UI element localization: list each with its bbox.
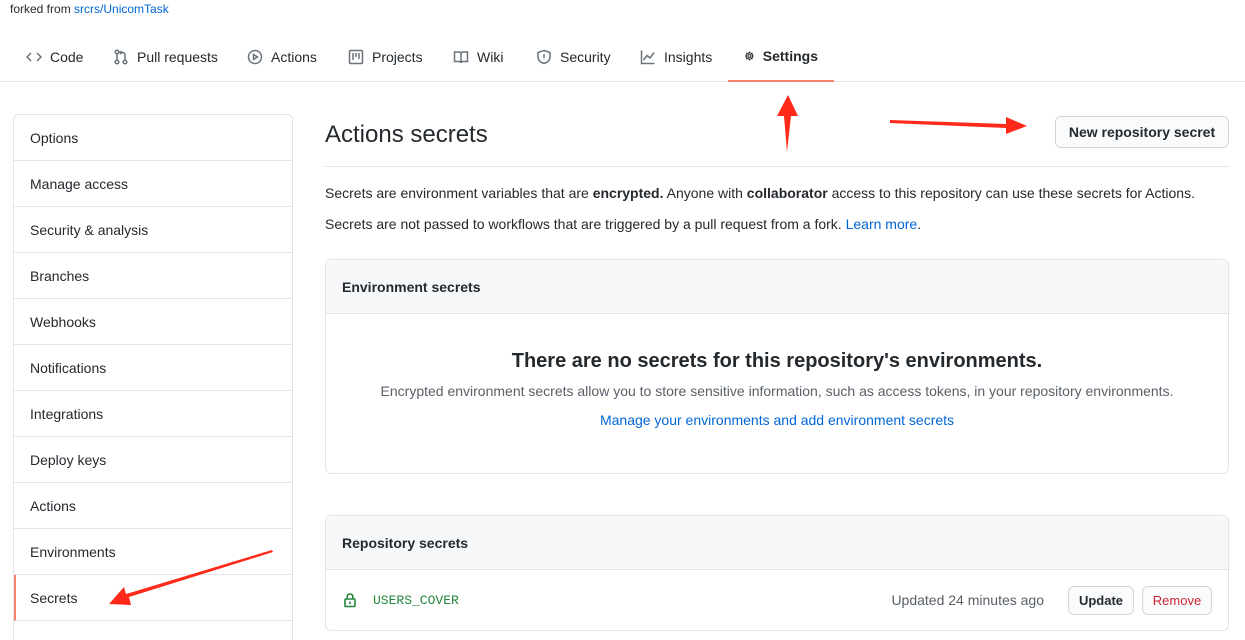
desc-bold-encrypted: encrypted. [592,185,664,201]
pull-request-icon [114,49,128,65]
tab-insights[interactable]: Insights [624,32,728,82]
blankslate-text: Encrypted environment secrets allow you … [380,383,1174,399]
sidebar-item-webhooks[interactable]: Webhooks [14,299,292,345]
settings-sidebar: Options Manage access Security & analysi… [13,114,293,640]
sidebar-item-secrets[interactable]: Secrets [14,575,292,621]
lock-icon [344,593,356,608]
code-icon [26,52,42,62]
page-title: Actions secrets [325,121,488,148]
tab-label: Actions [271,49,317,65]
tab-wiki[interactable]: Wiki [437,32,519,82]
shield-icon [537,49,551,65]
tab-projects[interactable]: Projects [332,32,439,82]
secret-name: USERS_COVER [373,592,459,608]
play-icon [247,49,263,65]
repository-secrets-header: Repository secrets [326,516,1228,570]
fork-source-link[interactable]: srcrs/UnicomTask [74,2,169,16]
tab-label: Projects [372,49,423,65]
fork-note-text: Secrets are not passed to workflows that… [325,216,846,232]
tab-label: Pull requests [137,49,218,65]
sidebar-item-options[interactable]: Options [14,115,292,161]
new-repository-secret-button[interactable]: New repository secret [1055,116,1229,148]
fork-info: forked from srcrs/UnicomTask [10,2,169,16]
update-secret-button[interactable]: Update [1068,585,1134,615]
tab-label: Security [560,49,611,65]
sidebar-item-integrations[interactable]: Integrations [14,391,292,437]
secret-updated-time: Updated 24 minutes ago [891,592,1044,608]
fork-note-end: . [917,216,922,232]
sidebar-item-notifications[interactable]: Notifications [14,345,292,391]
tab-settings[interactable]: Settings [728,32,834,82]
sidebar-item-manage-access[interactable]: Manage access [14,161,292,207]
tab-code[interactable]: Code [10,32,99,82]
project-icon [348,49,364,65]
gear-icon [745,51,754,61]
sidebar-item-deploy-keys[interactable]: Deploy keys [14,437,292,483]
secrets-description: Secrets are environment variables that a… [325,185,1195,201]
fork-note: Secrets are not passed to workflows that… [325,216,921,232]
repo-nav: Code Pull requests Actions Projects Wiki… [0,32,1245,82]
environment-secrets-box: Environment secrets There are no secrets… [325,259,1229,474]
tab-label: Wiki [477,49,504,65]
sidebar-item-environments[interactable]: Environments [14,529,292,575]
environment-secrets-blankslate: There are no secrets for this repository… [326,350,1228,428]
tab-actions[interactable]: Actions [231,32,333,82]
secret-row: USERS_COVER Updated 24 minutes ago Updat… [326,570,1228,630]
desc-text: Secrets are environment variables that a… [325,185,593,201]
desc-bold-collaborator: collaborator [746,185,828,201]
tab-label: Insights [664,49,713,65]
remove-secret-button[interactable]: Remove [1142,585,1212,615]
graph-icon [640,50,655,65]
repository-secrets-box: Repository secrets USERS_COVER Updated 2… [325,515,1229,631]
blankslate-title: There are no secrets for this repository… [511,350,1043,372]
page-header: Actions secrets New repository secret [325,114,1229,167]
tab-pull-requests[interactable]: Pull requests [97,32,234,82]
desc-text: access to this repository can use these … [827,185,1195,201]
environment-secrets-header: Environment secrets [326,260,1228,314]
learn-more-link[interactable]: Learn more [846,216,918,232]
tab-label: Code [50,49,84,65]
desc-text: Anyone with [663,185,747,201]
secrets-main: Actions secrets New repository secret Se… [325,114,1229,631]
sidebar-item-security-analysis[interactable]: Security & analysis [14,207,292,253]
fork-prefix: forked from [10,2,71,16]
manage-environments-link[interactable]: Manage your environments and add environ… [600,412,954,428]
tab-label: Settings [762,48,818,64]
book-icon [453,51,469,64]
sidebar-item-branches[interactable]: Branches [14,253,292,299]
tab-security[interactable]: Security [520,32,627,82]
sidebar-item-actions[interactable]: Actions [14,483,292,529]
